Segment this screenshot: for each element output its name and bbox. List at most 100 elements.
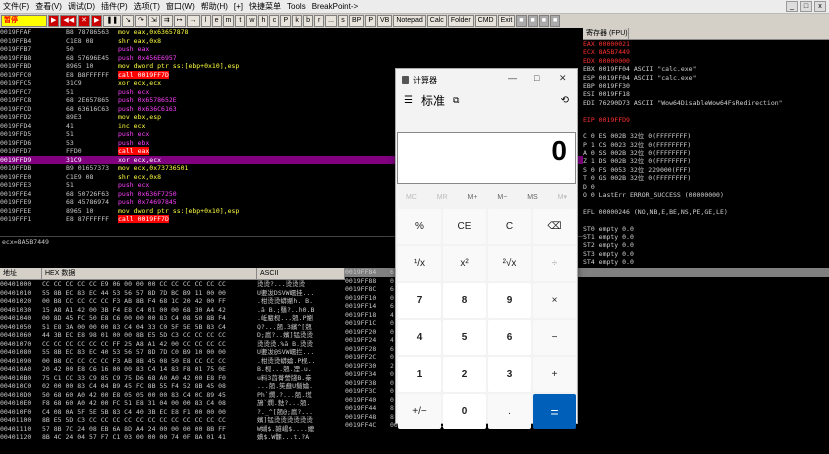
menu-item[interactable]: 窗口(W): [163, 1, 198, 12]
calc-key[interactable]: ¹/x: [398, 246, 441, 281]
register-row[interactable]: ST4 empty 0.0: [583, 258, 829, 266]
register-row[interactable]: D 0: [583, 183, 829, 191]
dump-row[interactable]: 00401070 CC CC CC CC CC CC FF 25 A8 A1 42…: [0, 340, 345, 349]
history-icon[interactable]: ⟲: [561, 95, 569, 106]
register-row[interactable]: EBP 0019FF30: [583, 82, 829, 90]
register-row[interactable]: O 0 LastErr ERROR_SUCCESS (00000000): [583, 191, 829, 199]
memory-button[interactable]: M−: [497, 194, 507, 201]
dump-row[interactable]: 004010A0 20 42 00 E8 C6 16 00 00 83 C4 14…: [0, 365, 345, 374]
dump-row[interactable]: 00401100 8B E5 5D C3 CC CC CC CC CC CC CC…: [0, 416, 345, 425]
goto-icon[interactable]: →: [186, 15, 200, 27]
register-row[interactable]: ST0 empty 0.0: [583, 225, 829, 233]
keep-on-top-icon[interactable]: ⧉: [453, 95, 459, 106]
calc-key[interactable]: +/−: [398, 394, 441, 429]
calc-titlebar[interactable]: 计算器 — □ ✕: [396, 69, 577, 91]
register-row[interactable]: EAX 00000021: [583, 40, 829, 48]
options-icon[interactable]: ■: [527, 15, 538, 27]
tool-P[interactable]: P: [280, 15, 292, 27]
disasm-row[interactable]: 0019FFB7 50 push eax: [0, 45, 583, 54]
dump-row[interactable]: 00401030 15 A8 A1 42 00 3B F4 E8 C4 01 00…: [0, 306, 345, 315]
menu-item[interactable]: 查看(V): [32, 1, 65, 12]
tool-s[interactable]: s: [337, 15, 348, 27]
tool-k[interactable]: k: [292, 15, 303, 27]
register-row[interactable]: T 0 GS 002B 32位 0(FFFFFFFF): [583, 174, 829, 182]
register-row[interactable]: ST1 empty 0.0: [583, 233, 829, 241]
maximize-icon[interactable]: □: [534, 73, 539, 83]
calc-key[interactable]: ÷: [533, 246, 576, 281]
find-icon[interactable]: ■: [549, 15, 561, 27]
menu-item[interactable]: 快捷菜单: [246, 1, 284, 12]
dump-row[interactable]: 00401000 CC CC CC CC CC E9 06 00 00 00 CC…: [0, 280, 345, 289]
menu-item[interactable]: 调试(D): [65, 1, 98, 12]
calc-key[interactable]: ×: [533, 283, 576, 318]
register-row[interactable]: EBX 0019FF04 ASCII "calc.exe": [583, 65, 829, 73]
run-icon[interactable]: ▶: [91, 15, 103, 27]
tool-l[interactable]: l: [200, 15, 211, 27]
dump-row[interactable]: 004010F0 C4 08 0A 5F 5E 5B 83 C4 40 3B EC…: [0, 408, 345, 417]
dump-row[interactable]: 00401120 8B 4C 24 04 57 F7 C1 03 00 00 00…: [0, 433, 345, 442]
tool-button[interactable]: P: [365, 15, 376, 27]
calc-key[interactable]: +: [533, 357, 576, 392]
disasm-row[interactable]: 0019FFB4 C1E8 08 shr eax,0x8: [0, 37, 583, 46]
tool-button[interactable]: Notepad: [393, 15, 426, 27]
tool-button[interactable]: VB: [376, 15, 393, 27]
calc-key[interactable]: .: [488, 394, 531, 429]
dump-row[interactable]: 004010C0 02 00 00 83 C4 04 B9 45 FC 8B 55…: [0, 382, 345, 391]
calculator-window[interactable]: 计算器 — □ ✕ ☰ 标准 ⧉ ⟲ 0 MC MR M+ M− MS M▾ % CE C ⌫ ¹…: [395, 68, 578, 429]
tool-button[interactable]: Folder: [447, 15, 474, 27]
info-icon[interactable]: ■: [516, 15, 527, 27]
calc-key[interactable]: C: [488, 209, 531, 244]
close-icon[interactable]: ✕: [78, 15, 91, 27]
calc-key[interactable]: ²√x: [488, 246, 531, 281]
calc-key[interactable]: 3: [488, 357, 531, 392]
calc-key[interactable]: x²: [443, 246, 486, 281]
register-row[interactable]: [583, 199, 829, 207]
tool-e[interactable]: e: [211, 15, 222, 27]
help-icon[interactable]: ■: [538, 15, 549, 27]
memory-button[interactable]: M▾: [558, 193, 567, 201]
dump-row[interactable]: 00401060 44 3B EC E8 98 01 00 00 8B E5 5D…: [0, 331, 345, 340]
register-row[interactable]: ESP 0019FF04 ASCII "calc.exe": [583, 74, 829, 82]
dump-row[interactable]: 00401110 57 8B 7C 24 08 EB 6A 8D A4 24 00…: [0, 425, 345, 434]
open-icon[interactable]: ▶: [48, 15, 60, 27]
calc-key[interactable]: ⌫: [533, 209, 576, 244]
tool-t[interactable]: t: [235, 15, 246, 27]
register-row[interactable]: ESI 0019FF18: [583, 90, 829, 98]
dump-row[interactable]: 004010B0 75 C1 CC 33 C9 85 C9 75 D6 68 A0…: [0, 374, 345, 383]
pause-icon[interactable]: ❚❚: [103, 15, 122, 27]
calc-key[interactable]: =: [533, 394, 576, 429]
menu-item[interactable]: BreakPoint->: [309, 2, 361, 11]
tool-b[interactable]: b: [303, 15, 314, 27]
disasm-row[interactable]: 0019FFAF B8 78786563 mov eax,0x63657878: [0, 28, 583, 37]
tool-button[interactable]: Exit: [497, 15, 516, 27]
tool-button[interactable]: Calc: [426, 15, 447, 27]
register-row[interactable]: P 1 CS 0023 32位 0(FFFFFFFF): [583, 141, 829, 149]
memory-button[interactable]: MC: [406, 194, 417, 201]
register-row[interactable]: EIP 0019FFD9: [583, 116, 829, 124]
minimize-icon[interactable]: —: [508, 73, 517, 83]
registers-pane[interactable]: 寄存器 (FPU) EAX 00000021 ECX 8A5B7449 EDX 000…: [583, 28, 829, 268]
register-row[interactable]: [583, 216, 829, 224]
memory-dump-pane[interactable]: 地址 HEX 数据 ASCII 00401000 CC CC CC CC CC E9 0…: [0, 268, 345, 454]
exec-till-return-icon[interactable]: ↦: [173, 15, 186, 27]
tool-m[interactable]: m: [222, 15, 235, 27]
dump-row[interactable]: 004010E0 F8 68 60 A0 42 00 FC 51 E8 31 04…: [0, 399, 345, 408]
dump-row[interactable]: 00401050 51 E8 3A 00 00 00 83 C4 04 33 C0…: [0, 323, 345, 332]
calc-key[interactable]: 7: [398, 283, 441, 318]
hamburger-menu-icon[interactable]: ☰: [404, 95, 413, 106]
dump-header-1[interactable]: HEX 数据: [42, 268, 257, 279]
min-window-icon[interactable]: _: [786, 1, 798, 12]
registers-title[interactable]: 寄存器 (FPU): [583, 28, 629, 39]
calc-key[interactable]: 1: [398, 357, 441, 392]
register-row[interactable]: ST2 empty 0.0: [583, 241, 829, 249]
memory-button[interactable]: MS: [527, 194, 538, 201]
dump-header-0[interactable]: 地址: [0, 268, 42, 279]
memory-button[interactable]: MR: [437, 194, 448, 201]
calc-key[interactable]: 0: [443, 394, 486, 429]
calc-key[interactable]: %: [398, 209, 441, 244]
menu-item[interactable]: 插件(P): [98, 1, 131, 12]
register-row[interactable]: EDX 00000000: [583, 57, 829, 65]
calc-key[interactable]: 4: [398, 320, 441, 355]
register-row[interactable]: S 0 FS 0053 32位 229000(FFF): [583, 166, 829, 174]
trace-over-icon[interactable]: ⇉: [160, 15, 173, 27]
